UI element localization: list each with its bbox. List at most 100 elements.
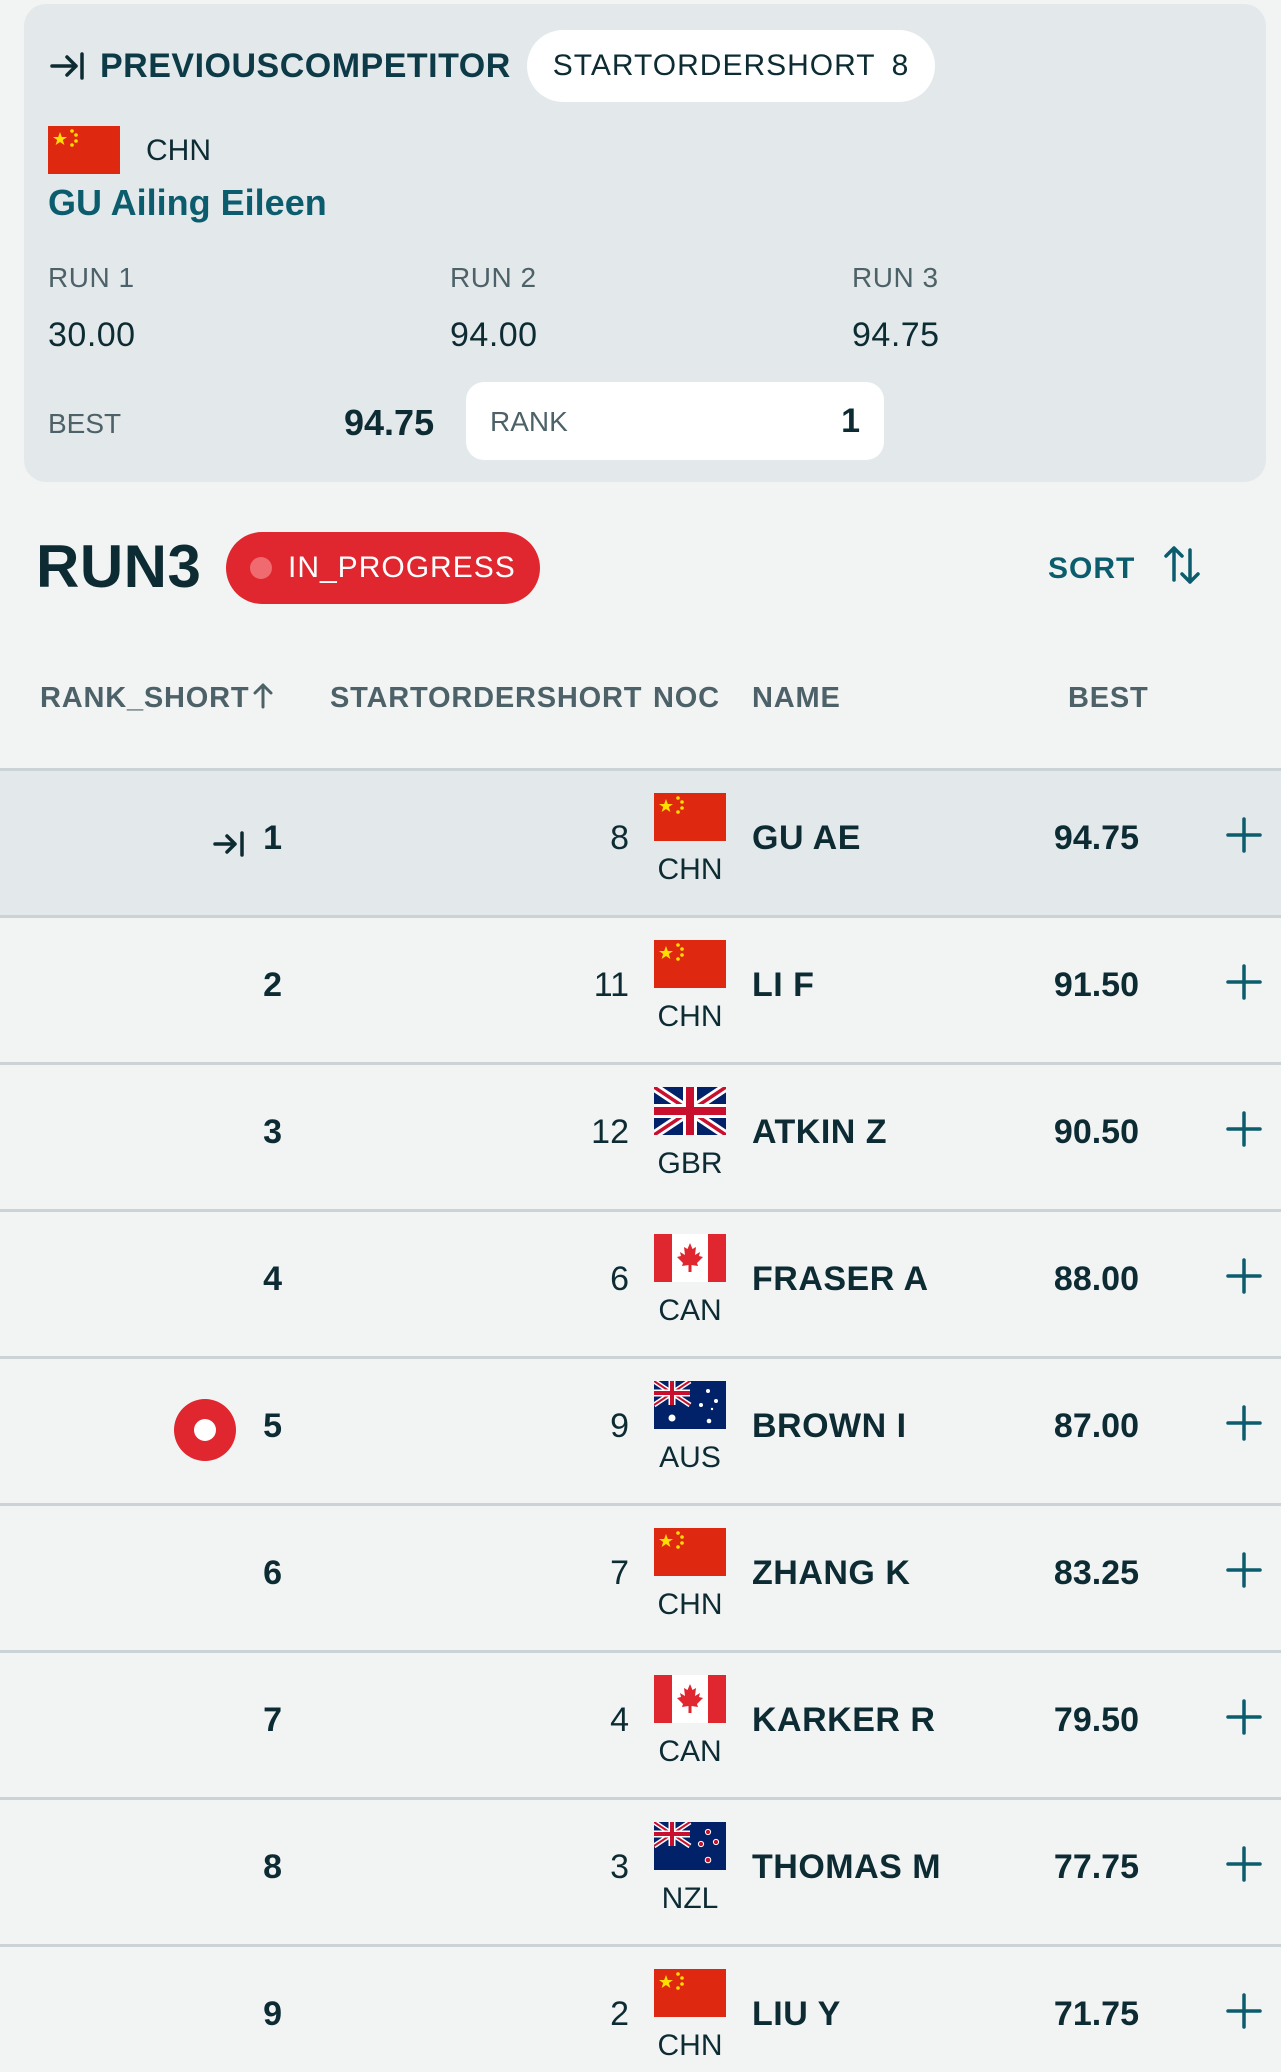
- row-noc: CAN: [658, 1294, 722, 1327]
- row-rank: 8: [263, 1848, 282, 1886]
- row-name: THOMAS M: [752, 1848, 942, 1886]
- row-start-order: 6: [610, 1260, 629, 1298]
- chn-flag-icon: [48, 126, 120, 174]
- chn-flag-icon: [654, 1969, 726, 2017]
- previous-competitor-card: PREVIOUSCOMPETITOR STARTORDERSHORT 8 CHN…: [24, 4, 1266, 482]
- table-row[interactable]: 3 12 GBR ATKIN Z 90.50: [0, 1062, 1281, 1209]
- run-value: 30.00: [48, 316, 136, 354]
- row-start-order: 7: [610, 1554, 629, 1592]
- row-rank: 9: [263, 1995, 282, 2033]
- expand-plus-icon[interactable]: [1224, 1256, 1264, 1296]
- row-rank: 5: [263, 1407, 282, 1445]
- row-best: 90.50: [1053, 1113, 1139, 1151]
- row-noc: CHN: [657, 853, 723, 886]
- row-name: ATKIN Z: [752, 1113, 888, 1151]
- previous-competitor-noc: CHN: [146, 134, 211, 167]
- row-noc: CHN: [657, 2029, 723, 2062]
- start-order-value: 8: [891, 49, 910, 82]
- row-noc: CAN: [658, 1735, 722, 1768]
- table-row[interactable]: 1 8 CHN GU AE 94.75: [0, 768, 1281, 915]
- can-flag-icon: [654, 1675, 726, 1723]
- row-start-order: 2: [610, 1995, 629, 2033]
- row-name: LIU Y: [752, 1995, 841, 2033]
- expand-plus-icon[interactable]: [1224, 1550, 1264, 1590]
- column-header-rank-label: RANK_SHORT: [40, 682, 250, 714]
- row-best: 91.50: [1053, 966, 1139, 1004]
- expand-plus-icon[interactable]: [1224, 1109, 1264, 1149]
- row-name: LI F: [752, 966, 815, 1004]
- column-header-noc[interactable]: NOC: [653, 682, 720, 715]
- row-noc: NZL: [661, 1882, 719, 1915]
- table-row[interactable]: 8 3 NZL THOMAS M 77.75: [0, 1797, 1281, 1944]
- expand-plus-icon[interactable]: [1224, 1991, 1264, 2031]
- arrow-to-line-icon: [50, 52, 84, 80]
- table-row[interactable]: 9 2 CHN LIU Y 71.75: [0, 1944, 1281, 2072]
- column-header-name[interactable]: NAME: [752, 682, 841, 715]
- start-order-pill: STARTORDERSHORT 8: [526, 30, 936, 102]
- previous-competitor-header: PREVIOUSCOMPETITOR STARTORDERSHORT 8: [48, 30, 936, 102]
- expand-plus-icon[interactable]: [1224, 962, 1264, 1002]
- row-name: GU AE: [752, 819, 861, 857]
- run-1-score: RUN 1 30.00: [48, 262, 136, 355]
- row-rank: 4: [263, 1260, 282, 1298]
- row-best: 94.75: [1053, 819, 1139, 857]
- status-label: IN_PROGRESS: [288, 551, 516, 584]
- table-row[interactable]: 5 9 AUS BROWN I 87.00: [0, 1356, 1281, 1503]
- sort-arrows-icon[interactable]: [1160, 540, 1204, 588]
- table-row[interactable]: 6 7 CHN ZHANG K 83.25: [0, 1503, 1281, 1650]
- expand-plus-icon[interactable]: [1224, 1844, 1264, 1884]
- row-name: ZHANG K: [752, 1554, 911, 1592]
- row-start-order: 4: [610, 1701, 629, 1739]
- run-value: 94.00: [450, 316, 538, 354]
- row-noc: CHN: [657, 1000, 723, 1033]
- table-row[interactable]: 2 11 CHN LI F 91.50: [0, 915, 1281, 1062]
- run-label: RUN 3: [852, 262, 939, 293]
- row-best: 79.50: [1053, 1701, 1139, 1739]
- row-noc: GBR: [657, 1147, 723, 1180]
- run-3-score: RUN 3 94.75: [852, 262, 940, 355]
- row-best: 88.00: [1053, 1260, 1139, 1298]
- status-badge: IN_PROGRESS: [226, 532, 540, 604]
- run-title: RUN3: [36, 533, 202, 600]
- gbr-flag-icon: [654, 1087, 726, 1135]
- row-best: 83.25: [1053, 1554, 1139, 1592]
- rank-label: RANK: [490, 406, 568, 437]
- previous-competitor-name: GU Ailing Eileen: [48, 182, 327, 223]
- row-start-order: 3: [610, 1848, 629, 1886]
- chn-flag-icon: [654, 793, 726, 841]
- live-dot-icon: [250, 557, 272, 579]
- run-value: 94.75: [852, 316, 940, 354]
- previous-competitor-icon: [213, 831, 244, 857]
- column-header-rank[interactable]: RANK_SHORT: [40, 682, 275, 715]
- run-label: RUN 2: [450, 262, 537, 293]
- run-label: RUN 1: [48, 262, 135, 293]
- row-best: 71.75: [1053, 1995, 1139, 2033]
- current-competitor-live-icon: [174, 1399, 236, 1461]
- best-value: 94.75: [344, 402, 435, 443]
- row-rank: 2: [263, 966, 282, 1004]
- table-row[interactable]: 4 6 CAN FRASER A 88.00: [0, 1209, 1281, 1356]
- previous-competitor-title: PREVIOUSCOMPETITOR: [100, 46, 511, 85]
- row-start-order: 12: [591, 1113, 629, 1151]
- sort-button[interactable]: SORT: [1048, 552, 1135, 586]
- run-2-score: RUN 2 94.00: [450, 262, 538, 355]
- column-header-best[interactable]: BEST: [1068, 682, 1149, 715]
- row-noc: CHN: [657, 1588, 723, 1621]
- expand-plus-icon[interactable]: [1224, 1697, 1264, 1737]
- row-name: FRASER A: [752, 1260, 929, 1298]
- row-best: 77.75: [1053, 1848, 1139, 1886]
- expand-plus-icon[interactable]: [1224, 815, 1264, 855]
- row-best: 87.00: [1053, 1407, 1139, 1445]
- table-row[interactable]: 7 4 CAN KARKER R 79.50: [0, 1650, 1281, 1797]
- row-start-order: 11: [593, 966, 629, 1004]
- sort-ascending-icon: [253, 683, 273, 708]
- row-rank: 7: [263, 1701, 282, 1739]
- can-flag-icon: [654, 1234, 726, 1282]
- column-header-start-order[interactable]: STARTORDERSHORT: [330, 682, 642, 715]
- row-start-order: 9: [610, 1407, 629, 1445]
- results-table: 1 8 CHN GU AE 94.75 2 11 CHN LI F 91.50: [0, 768, 1281, 2072]
- expand-plus-icon[interactable]: [1224, 1403, 1264, 1443]
- row-name: BROWN I: [752, 1407, 907, 1445]
- row-start-order: 8: [610, 819, 629, 857]
- aus-flag-icon: [654, 1381, 726, 1429]
